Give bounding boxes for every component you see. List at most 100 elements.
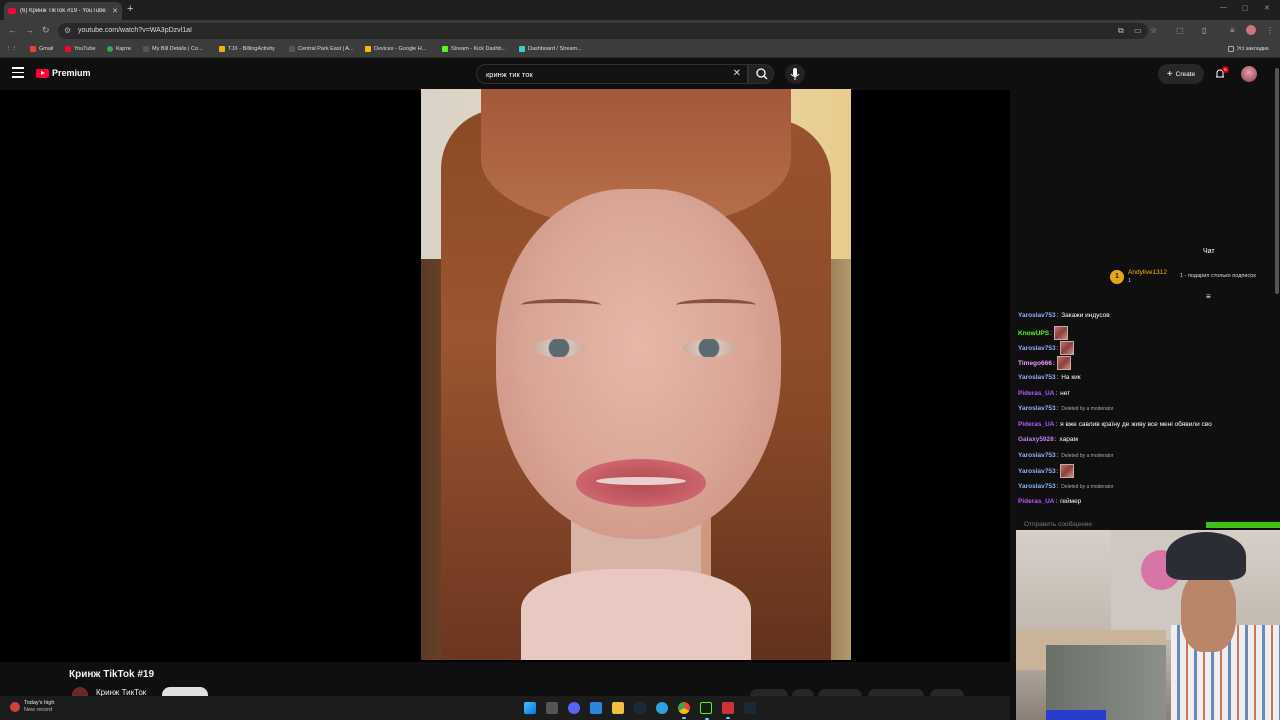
chat-username[interactable]: Yaroslav753 bbox=[1018, 374, 1056, 381]
video-title: Кринж TikTok #19 bbox=[69, 669, 155, 680]
obs-icon[interactable] bbox=[722, 702, 734, 719]
browser-toolbar: ← → ↻ ⚙ youtube.com/watch?v=WA3pDzvl1aI … bbox=[0, 20, 1280, 42]
minimize-icon[interactable]: — bbox=[1220, 4, 1227, 11]
steam-icon[interactable] bbox=[634, 702, 646, 714]
site-info-icon[interactable]: ⚙ bbox=[64, 26, 71, 35]
bookmark-kick[interactable]: Stream - Kick Dashb... bbox=[442, 46, 506, 52]
windows-taskbar bbox=[0, 696, 1010, 720]
clear-search-icon[interactable]: ✕ bbox=[733, 68, 741, 79]
chat-message: Yaroslav753: Закажи индусов bbox=[1018, 312, 1110, 319]
chat-message: Yaroslav753: Deleted by a moderator bbox=[1018, 452, 1114, 459]
browser-menu-icon[interactable]: ⋮ bbox=[1266, 26, 1274, 35]
bookmark-tjx[interactable]: TJX - BillingActivity bbox=[219, 46, 275, 52]
apps-icon[interactable]: ⋮⋮ bbox=[6, 46, 17, 52]
bookmark-dashboard[interactable]: Dashboard / Stream... bbox=[519, 46, 582, 52]
maximize-icon[interactable]: ▢ bbox=[1242, 4, 1249, 12]
bookmark-bill[interactable]: My Bill Details | Co... bbox=[143, 46, 203, 52]
chrome-icon[interactable] bbox=[678, 702, 690, 719]
address-bar[interactable]: ⚙ youtube.com/watch?v=WA3pDzvl1aI bbox=[58, 23, 1148, 39]
discord-icon[interactable] bbox=[568, 702, 580, 714]
cast-icon[interactable]: ▭ bbox=[1134, 26, 1142, 35]
chat-username[interactable]: Yaroslav753 bbox=[1018, 468, 1056, 475]
youtube-logo[interactable]: Premium bbox=[36, 68, 91, 78]
weather-widget[interactable]: Today's high New record bbox=[10, 700, 54, 714]
tab-title: (6) Кринж TikTok #19 - YouTube bbox=[20, 8, 106, 14]
start-icon[interactable] bbox=[524, 702, 536, 714]
profile-icon[interactable] bbox=[1246, 25, 1256, 35]
chat-username[interactable]: Pideras_UA bbox=[1018, 498, 1055, 505]
chat-username[interactable]: Galaxy5928 bbox=[1018, 436, 1054, 443]
video-lips bbox=[576, 459, 706, 507]
voice-search-button[interactable] bbox=[785, 64, 805, 84]
steam-tray-icon[interactable] bbox=[744, 702, 756, 714]
youtube-header: Premium кринж тик ток ✕ + Create 6 bbox=[0, 58, 1280, 90]
close-tab-icon[interactable]: ✕ bbox=[112, 7, 118, 15]
bookmark-youtube[interactable]: YouTube bbox=[65, 46, 96, 52]
chat-username[interactable]: Pideras_UA bbox=[1018, 421, 1055, 428]
task-view-icon[interactable] bbox=[546, 702, 558, 714]
dashboard-icon bbox=[519, 46, 525, 52]
kick-app-icon[interactable] bbox=[700, 702, 712, 720]
search-button[interactable] bbox=[748, 64, 774, 84]
scrollbar-thumb[interactable] bbox=[1275, 68, 1279, 294]
chat-message: Timego666: bbox=[1018, 356, 1071, 370]
create-button[interactable]: + Create bbox=[1158, 64, 1204, 84]
close-window-icon[interactable]: ✕ bbox=[1264, 4, 1270, 12]
chat-deleted-text: Deleted by a moderator bbox=[1061, 452, 1114, 459]
bookmark-devices[interactable]: Devices - Google H... bbox=[365, 46, 426, 52]
bookmarks-bar: ⋮⋮ Gmail YouTube Карти My Bill Details |… bbox=[0, 42, 1280, 58]
emote-icon bbox=[1060, 464, 1075, 478]
chat-input[interactable]: Отправить сообщение bbox=[1024, 521, 1092, 528]
chat-username[interactable]: Yaroslav753 bbox=[1018, 405, 1056, 412]
all-bookmarks[interactable]: Усі закладки bbox=[1228, 46, 1269, 52]
emote-icon bbox=[1056, 356, 1071, 370]
bookmark-central-park[interactable]: Central Park East | A... bbox=[289, 46, 354, 52]
chat-username[interactable]: Yaroslav753 bbox=[1018, 345, 1056, 352]
back-icon[interactable]: ← bbox=[8, 25, 17, 35]
side-panel-icon[interactable]: ▯ bbox=[1202, 26, 1206, 35]
chat-text: геймер bbox=[1060, 498, 1082, 505]
page-icon bbox=[289, 46, 295, 52]
chat-username[interactable]: Timego666 bbox=[1018, 360, 1052, 367]
video-brow-right bbox=[676, 299, 756, 311]
reload-icon[interactable]: ↻ bbox=[42, 25, 50, 36]
gmail-icon bbox=[30, 46, 36, 52]
webcam-cap bbox=[1166, 532, 1246, 580]
weather-line1: Today's high bbox=[24, 700, 55, 706]
notification-badge: 6 bbox=[1222, 66, 1229, 73]
bookmark-maps[interactable]: Карти bbox=[107, 46, 131, 52]
search-query: кринж тик ток bbox=[486, 70, 533, 79]
translate-icon[interactable]: ⧉ bbox=[1118, 26, 1124, 36]
chat-username[interactable]: Pideras_UA bbox=[1018, 390, 1055, 397]
chat-message: Pideras_UA: геймер bbox=[1018, 498, 1082, 505]
telegram-icon[interactable] bbox=[656, 702, 668, 714]
new-tab-icon[interactable]: + bbox=[127, 3, 133, 15]
chat-text: Закажи индусов bbox=[1061, 312, 1110, 319]
bookmark-star-icon[interactable]: ☆ bbox=[1150, 26, 1157, 35]
app-icon[interactable] bbox=[590, 702, 602, 714]
browser-tab[interactable]: (6) Кринж TikTok #19 - YouTube ✕ bbox=[4, 2, 122, 20]
chat-username[interactable]: KnowUPS bbox=[1018, 330, 1049, 337]
chat-username[interactable]: Yaroslav753 bbox=[1018, 483, 1056, 490]
page-scrollbar[interactable] bbox=[1274, 62, 1280, 294]
file-explorer-icon[interactable] bbox=[612, 702, 624, 714]
hamburger-menu-icon[interactable] bbox=[12, 67, 24, 78]
account-avatar[interactable] bbox=[1241, 66, 1257, 82]
chat-username[interactable]: Yaroslav753 bbox=[1018, 312, 1056, 319]
forward-icon[interactable]: → bbox=[25, 25, 34, 35]
coin-icon: 1 bbox=[1110, 270, 1124, 284]
chat-deleted-text: Deleted by a moderator bbox=[1061, 405, 1114, 412]
reading-list-icon[interactable]: ≡ bbox=[1230, 26, 1235, 35]
chat-message: Galaxy5928: харам bbox=[1018, 436, 1078, 443]
search-input[interactable]: кринж тик ток ✕ bbox=[476, 64, 748, 84]
chat-header: Чат bbox=[1203, 248, 1215, 255]
chat-text: харам bbox=[1059, 436, 1078, 443]
chat-username[interactable]: Yaroslav753 bbox=[1018, 452, 1056, 459]
video-frame[interactable] bbox=[421, 89, 851, 660]
pinned-username[interactable]: Andylive1312 bbox=[1128, 269, 1167, 276]
bookmark-gmail[interactable]: Gmail bbox=[30, 46, 53, 52]
chat-accent-bar bbox=[1206, 522, 1280, 528]
weather-line2: New record bbox=[24, 707, 53, 713]
extensions-icon[interactable]: ⬚ bbox=[1176, 26, 1184, 35]
chat-message: Yaroslav753: На кик bbox=[1018, 374, 1081, 381]
